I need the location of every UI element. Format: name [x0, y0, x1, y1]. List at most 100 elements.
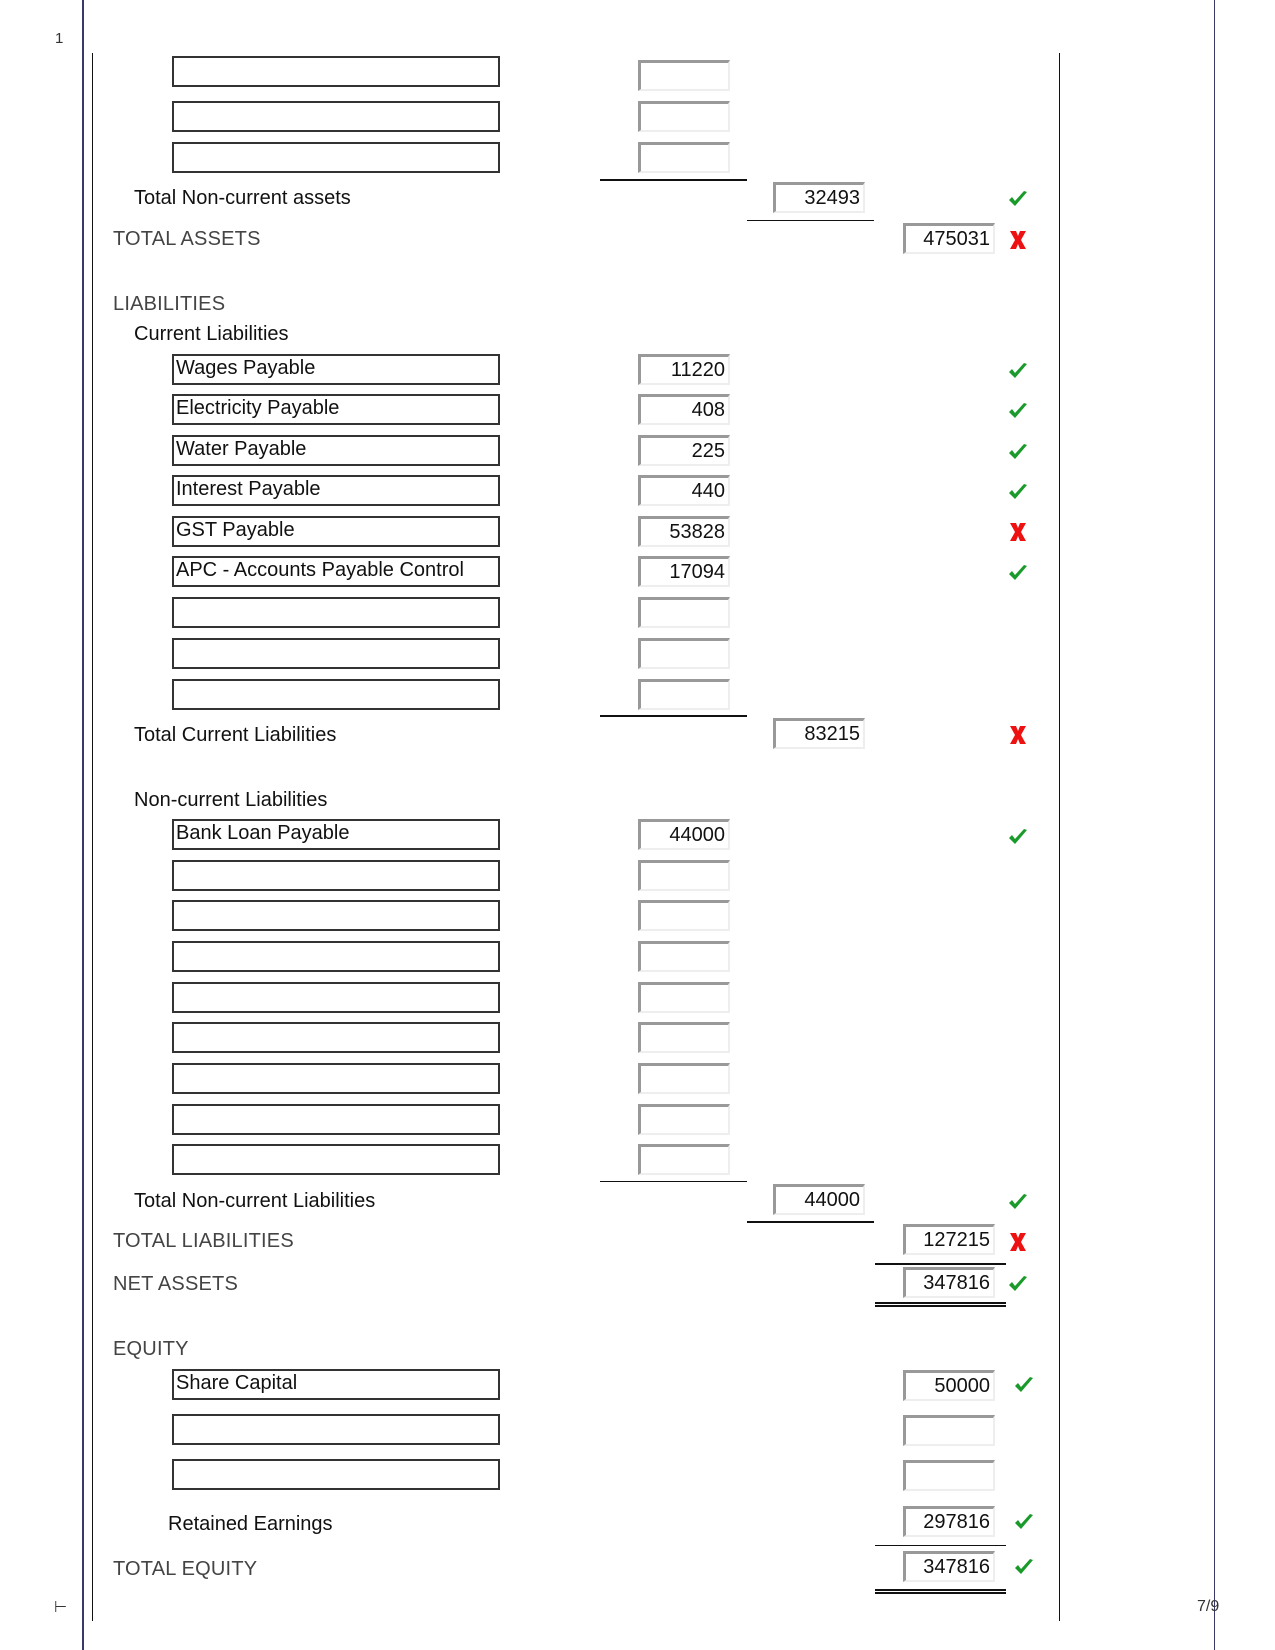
account-name-field[interactable]: Wages Payable [172, 354, 500, 385]
amount-field[interactable]: 53828 [638, 516, 730, 547]
check-icon [1007, 562, 1029, 584]
total-equity-label: TOTAL EQUITY [113, 1558, 258, 1580]
check-icon [1013, 1374, 1035, 1396]
total-noncurrent-liabilities-label: Total Non-current Liabilities [134, 1190, 376, 1212]
account-name-field[interactable] [172, 1022, 500, 1053]
total-rule [875, 1545, 1006, 1546]
account-name-field[interactable] [172, 1414, 500, 1445]
amount-field[interactable]: 408 [638, 394, 730, 425]
account-name-field[interactable] [172, 1063, 500, 1094]
check-icon [1007, 360, 1029, 382]
noncurrent-liabilities-heading: Non-current Liabilities [134, 789, 328, 811]
total-noncurrent-assets-label: Total Non-current assets [134, 187, 351, 209]
total-current-liabilities-label: Total Current Liabilities [134, 724, 337, 746]
amount-field[interactable] [638, 982, 730, 1013]
amount-field[interactable]: 440 [638, 475, 730, 506]
amount-field[interactable] [638, 638, 730, 669]
account-name-field[interactable]: Bank Loan Payable [172, 819, 500, 850]
total-current-liabilities-field[interactable]: 83215 [773, 718, 865, 749]
total-noncurrent-liabilities-field[interactable]: 44000 [773, 1184, 865, 1215]
amount-field[interactable] [903, 1460, 995, 1491]
line-number-marker: 1 [55, 30, 64, 47]
account-name-field[interactable] [172, 597, 500, 628]
total-rule [747, 220, 874, 221]
amount-field[interactable] [638, 142, 730, 173]
account-name-field[interactable] [172, 142, 500, 173]
account-name-field[interactable] [172, 982, 500, 1013]
form-left-border [92, 53, 93, 1621]
amount-field[interactable]: 50000 [903, 1370, 995, 1401]
amount-field[interactable] [638, 860, 730, 891]
total-rule [875, 1263, 1006, 1265]
check-icon [1007, 1191, 1029, 1213]
check-icon [1007, 188, 1029, 210]
account-name-field[interactable] [172, 56, 500, 87]
check-icon [1007, 1273, 1029, 1295]
equity-heading: EQUITY [113, 1338, 189, 1360]
page-number: 7/9 [1197, 1598, 1220, 1615]
check-icon [1007, 441, 1029, 463]
account-name-field[interactable]: GST Payable [172, 516, 500, 547]
net-assets-field[interactable]: 347816 [903, 1267, 995, 1298]
total-assets-field[interactable]: 475031 [903, 223, 995, 254]
cross-icon [1007, 521, 1029, 543]
liabilities-heading: LIABILITIES [113, 293, 226, 315]
double-underline [875, 1589, 1006, 1594]
account-name-field[interactable] [172, 679, 500, 710]
total-noncurrent-assets-field[interactable]: 32493 [773, 182, 865, 213]
page-right-border [1214, 0, 1215, 1650]
account-name-field[interactable]: Interest Payable [172, 475, 500, 506]
check-icon [1013, 1556, 1035, 1578]
amount-field[interactable]: 44000 [638, 819, 730, 850]
account-name-field[interactable] [172, 1104, 500, 1135]
form-right-border [1059, 53, 1060, 1621]
amount-field[interactable] [638, 1063, 730, 1094]
amount-field[interactable] [638, 597, 730, 628]
account-name-field[interactable] [172, 638, 500, 669]
amount-field[interactable] [638, 1104, 730, 1135]
account-name-field[interactable] [172, 941, 500, 972]
amount-field[interactable] [638, 941, 730, 972]
current-liabilities-heading: Current Liabilities [134, 323, 289, 345]
amount-field[interactable] [638, 1144, 730, 1175]
cross-icon [1007, 1231, 1029, 1253]
account-name-field[interactable] [172, 900, 500, 931]
subtotal-rule [600, 1181, 747, 1182]
account-name-field[interactable] [172, 101, 500, 132]
retained-earnings-label: Retained Earnings [168, 1513, 333, 1535]
total-rule [747, 1221, 874, 1223]
account-name-field[interactable]: Water Payable [172, 435, 500, 466]
total-assets-label: TOTAL ASSETS [113, 228, 261, 250]
account-name-field[interactable]: Electricity Payable [172, 394, 500, 425]
cross-icon [1007, 229, 1029, 251]
check-icon [1007, 481, 1029, 503]
double-underline [875, 1302, 1006, 1307]
subtotal-rule [600, 715, 747, 717]
check-icon [1007, 826, 1029, 848]
subtotal-rule [600, 179, 747, 181]
amount-field[interactable] [638, 101, 730, 132]
bottom-margin-marker: ⊢ [54, 1599, 68, 1616]
account-name-field[interactable]: Share Capital [172, 1369, 500, 1400]
amount-field[interactable] [638, 1022, 730, 1053]
total-liabilities-field[interactable]: 127215 [903, 1224, 995, 1255]
cross-icon [1007, 724, 1029, 746]
retained-earnings-field[interactable]: 297816 [903, 1506, 995, 1537]
account-name-field[interactable] [172, 1144, 500, 1175]
total-liabilities-label: TOTAL LIABILITIES [113, 1230, 294, 1252]
check-icon [1007, 400, 1029, 422]
amount-field[interactable] [638, 900, 730, 931]
check-icon [1013, 1511, 1035, 1533]
page-left-border [82, 0, 84, 1650]
account-name-field[interactable]: APC - Accounts Payable Control [172, 556, 500, 587]
amount-field[interactable]: 11220 [638, 354, 730, 385]
account-name-field[interactable] [172, 860, 500, 891]
total-equity-field[interactable]: 347816 [903, 1551, 995, 1582]
amount-field[interactable]: 17094 [638, 556, 730, 587]
account-name-field[interactable] [172, 1459, 500, 1490]
net-assets-label: NET ASSETS [113, 1273, 239, 1295]
amount-field[interactable] [903, 1415, 995, 1446]
amount-field[interactable] [638, 60, 730, 91]
amount-field[interactable] [638, 679, 730, 710]
amount-field[interactable]: 225 [638, 435, 730, 466]
